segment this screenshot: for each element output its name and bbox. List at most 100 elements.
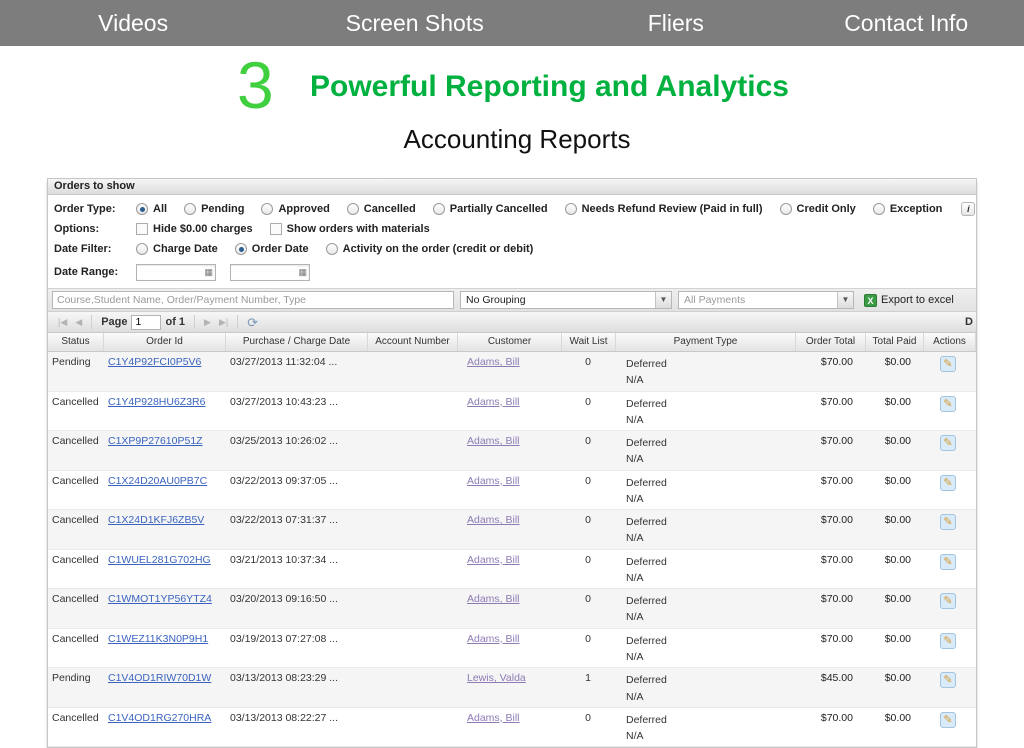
page-number-input[interactable] [131, 315, 161, 330]
option-checkbox[interactable]: Hide $0.00 charges [136, 223, 253, 235]
radio-icon[interactable] [347, 203, 359, 215]
order-id-link[interactable]: C1WUEL281G702HG [108, 554, 211, 566]
edit-order-icon[interactable]: ✎ [940, 396, 956, 412]
date-to-field[interactable]: ▦ [230, 264, 310, 281]
info-icon[interactable]: i [961, 202, 975, 216]
order-id-link[interactable]: C1WEZ11K3N0P9H1 [108, 633, 208, 645]
grouping-select[interactable]: No Grouping ▼ [460, 291, 672, 309]
calendar-icon[interactable]: ▦ [296, 268, 309, 277]
radio-icon[interactable] [136, 203, 148, 215]
column-header[interactable]: Customer [458, 333, 562, 351]
radio-label: Order Date [252, 243, 309, 255]
checkbox-icon[interactable] [136, 223, 148, 235]
prev-page-icon[interactable]: ◀ [75, 318, 82, 327]
payments-select[interactable]: All Payments ▼ [678, 291, 854, 309]
radio-label: Pending [201, 203, 244, 215]
last-page-icon[interactable]: ▶| [219, 318, 228, 327]
nav-item[interactable]: Fliers [563, 10, 788, 37]
order-id-link[interactable]: C1XP9P27610P51Z [108, 435, 203, 447]
order-id-link[interactable]: C1WMOT1YP56YTZ4 [108, 593, 212, 605]
customer-link[interactable]: Adams, Bill [467, 356, 520, 368]
column-header[interactable]: Total Paid [866, 333, 924, 351]
order-id-link[interactable]: C1Y4P928HU6Z3R6 [108, 396, 205, 408]
column-header[interactable]: Payment Type [616, 333, 796, 351]
customer-link[interactable]: Adams, Bill [467, 514, 520, 526]
radio-icon[interactable] [873, 203, 885, 215]
checkbox-icon[interactable] [270, 223, 282, 235]
table-row: Cancelled C1X24D1KFJ6ZB5V 03/22/2013 07:… [48, 510, 976, 550]
date-filter-radio-option[interactable]: Charge Date [136, 243, 218, 255]
customer-link[interactable]: Adams, Bill [467, 554, 520, 566]
order-id-link[interactable]: C1X24D1KFJ6ZB5V [108, 514, 204, 526]
chevron-down-icon[interactable]: ▼ [655, 292, 671, 308]
column-header[interactable]: Actions [924, 333, 976, 351]
edit-order-icon[interactable]: ✎ [940, 435, 956, 451]
calendar-icon[interactable]: ▦ [202, 268, 215, 277]
radio-icon[interactable] [433, 203, 445, 215]
customer-link[interactable]: Adams, Bill [467, 396, 520, 408]
date-filter-options: Charge Date Order Date Activity on the o… [136, 243, 550, 255]
column-header[interactable]: Purchase / Charge Date [226, 333, 368, 351]
edit-order-icon[interactable]: ✎ [940, 356, 956, 372]
column-header[interactable]: Order Id [104, 333, 226, 351]
order-type-radio-option[interactable]: Exception [873, 203, 943, 215]
date-filter-radio-option[interactable]: Activity on the order (credit or debit) [326, 243, 534, 255]
options-label: Options: [54, 223, 136, 235]
radio-icon[interactable] [184, 203, 196, 215]
radio-icon[interactable] [780, 203, 792, 215]
next-page-icon[interactable]: ▶ [204, 318, 211, 327]
order-id-link[interactable]: C1V4OD1RIW70D1W [108, 672, 211, 684]
nav-item[interactable]: Screen Shots [266, 10, 563, 37]
search-input[interactable] [52, 291, 454, 309]
first-page-icon[interactable]: |◀ [58, 318, 67, 327]
cell-payment-type: Deferred N/A [616, 668, 796, 707]
column-header[interactable]: Account Number [368, 333, 458, 351]
order-id-link[interactable]: C1X24D20AU0PB7C [108, 475, 207, 487]
column-header[interactable]: Wait List [562, 333, 616, 351]
order-type-radio-option[interactable]: Cancelled [347, 203, 416, 215]
refresh-icon[interactable]: ⟳ [247, 316, 258, 329]
customer-link[interactable]: Adams, Bill [467, 435, 520, 447]
edit-order-icon[interactable]: ✎ [940, 593, 956, 609]
customer-link[interactable]: Adams, Bill [467, 475, 520, 487]
nav-item[interactable]: Contact Info [788, 10, 1024, 37]
customer-link[interactable]: Adams, Bill [467, 712, 520, 724]
order-type-radio-option[interactable]: All [136, 203, 167, 215]
radio-icon[interactable] [261, 203, 273, 215]
customer-link[interactable]: Adams, Bill [467, 593, 520, 605]
option-checkbox[interactable]: Show orders with materials [270, 223, 430, 235]
date-from-input[interactable] [137, 266, 202, 279]
edit-order-icon[interactable]: ✎ [940, 672, 956, 688]
date-to-input[interactable] [231, 266, 296, 279]
cell-order-id: C1Y4P92FCI0P5V6 [104, 352, 226, 391]
column-header[interactable]: Order Total [796, 333, 866, 351]
order-type-radio-option[interactable]: Credit Only [780, 203, 856, 215]
date-filter-radio-option[interactable]: Order Date [235, 243, 309, 255]
export-to-excel-button[interactable]: X Export to excel [864, 294, 954, 307]
cell-payment-type: Deferred N/A [616, 392, 796, 431]
radio-icon[interactable] [136, 243, 148, 255]
order-type-radio-option[interactable]: Approved [261, 203, 329, 215]
chevron-down-icon[interactable]: ▼ [837, 292, 853, 308]
customer-link[interactable]: Lewis, Valda [467, 672, 526, 684]
date-from-field[interactable]: ▦ [136, 264, 216, 281]
edit-order-icon[interactable]: ✎ [940, 712, 956, 728]
nav-item[interactable]: Videos [0, 10, 266, 37]
order-id-link[interactable]: C1V4OD1RG270HRA [108, 712, 211, 724]
radio-icon[interactable] [565, 203, 577, 215]
order-type-radio-option[interactable]: Pending [184, 203, 244, 215]
cell-actions: ✎ [924, 550, 976, 589]
edit-order-icon[interactable]: ✎ [940, 554, 956, 570]
radio-icon[interactable] [326, 243, 338, 255]
order-type-radio-option[interactable]: Needs Refund Review (Paid in full) [565, 203, 763, 215]
edit-order-icon[interactable]: ✎ [940, 514, 956, 530]
options-checkboxes: Hide $0.00 charges Show orders with mate… [136, 223, 447, 235]
column-header[interactable]: Status [48, 333, 104, 351]
customer-link[interactable]: Adams, Bill [467, 633, 520, 645]
order-type-radio-option[interactable]: Partially Cancelled [433, 203, 548, 215]
edit-order-icon[interactable]: ✎ [940, 633, 956, 649]
order-id-link[interactable]: C1Y4P92FCI0P5V6 [108, 356, 201, 368]
cell-status: Pending [48, 352, 104, 391]
radio-icon[interactable] [235, 243, 247, 255]
edit-order-icon[interactable]: ✎ [940, 475, 956, 491]
